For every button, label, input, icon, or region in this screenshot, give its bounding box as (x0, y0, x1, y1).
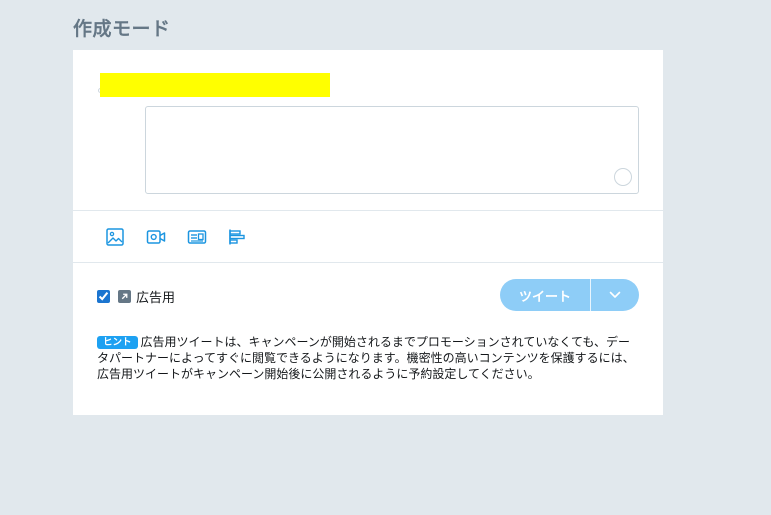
tweet-button[interactable]: ツイート (500, 279, 590, 311)
divider (73, 262, 663, 263)
button-separator (590, 279, 591, 311)
character-counter-icon (614, 168, 632, 186)
redacted-account-name (100, 73, 330, 97)
page-title: 作成モード (73, 18, 171, 40)
add-poll-button[interactable] (225, 225, 249, 249)
promoted-arrow-icon (118, 290, 131, 303)
add-image-button[interactable] (103, 225, 127, 249)
divider (73, 210, 663, 211)
promotion-option: 広告用 (97, 287, 175, 306)
card-icon (187, 230, 207, 244)
hint-badge: ヒント (97, 336, 138, 349)
add-card-button[interactable] (185, 225, 209, 249)
video-icon (146, 230, 166, 244)
tweet-options-dropdown-button[interactable] (591, 279, 639, 311)
tweet-text-input[interactable] (145, 106, 639, 194)
add-video-button[interactable] (144, 225, 168, 249)
tweet-composer-card: 広告用 ツイート ヒント 広告用ツイートは、キャンペーンが開始されるまでプロモーシ… (73, 50, 663, 415)
poll-icon (229, 229, 245, 245)
chevron-down-icon (609, 291, 621, 298)
tweet-button-group: ツイート (500, 279, 639, 311)
promoted-only-checkbox[interactable] (97, 290, 110, 303)
image-icon (106, 228, 124, 246)
promoted-only-label[interactable]: 広告用 (136, 287, 175, 306)
hint-text: 広告用ツイートは、キャンペーンが開始されるまでプロモーションされていなくても、デ… (97, 335, 635, 381)
hint-text-block: ヒント 広告用ツイートは、キャンペーンが開始されるまでプロモーションされていなくて… (97, 334, 637, 382)
